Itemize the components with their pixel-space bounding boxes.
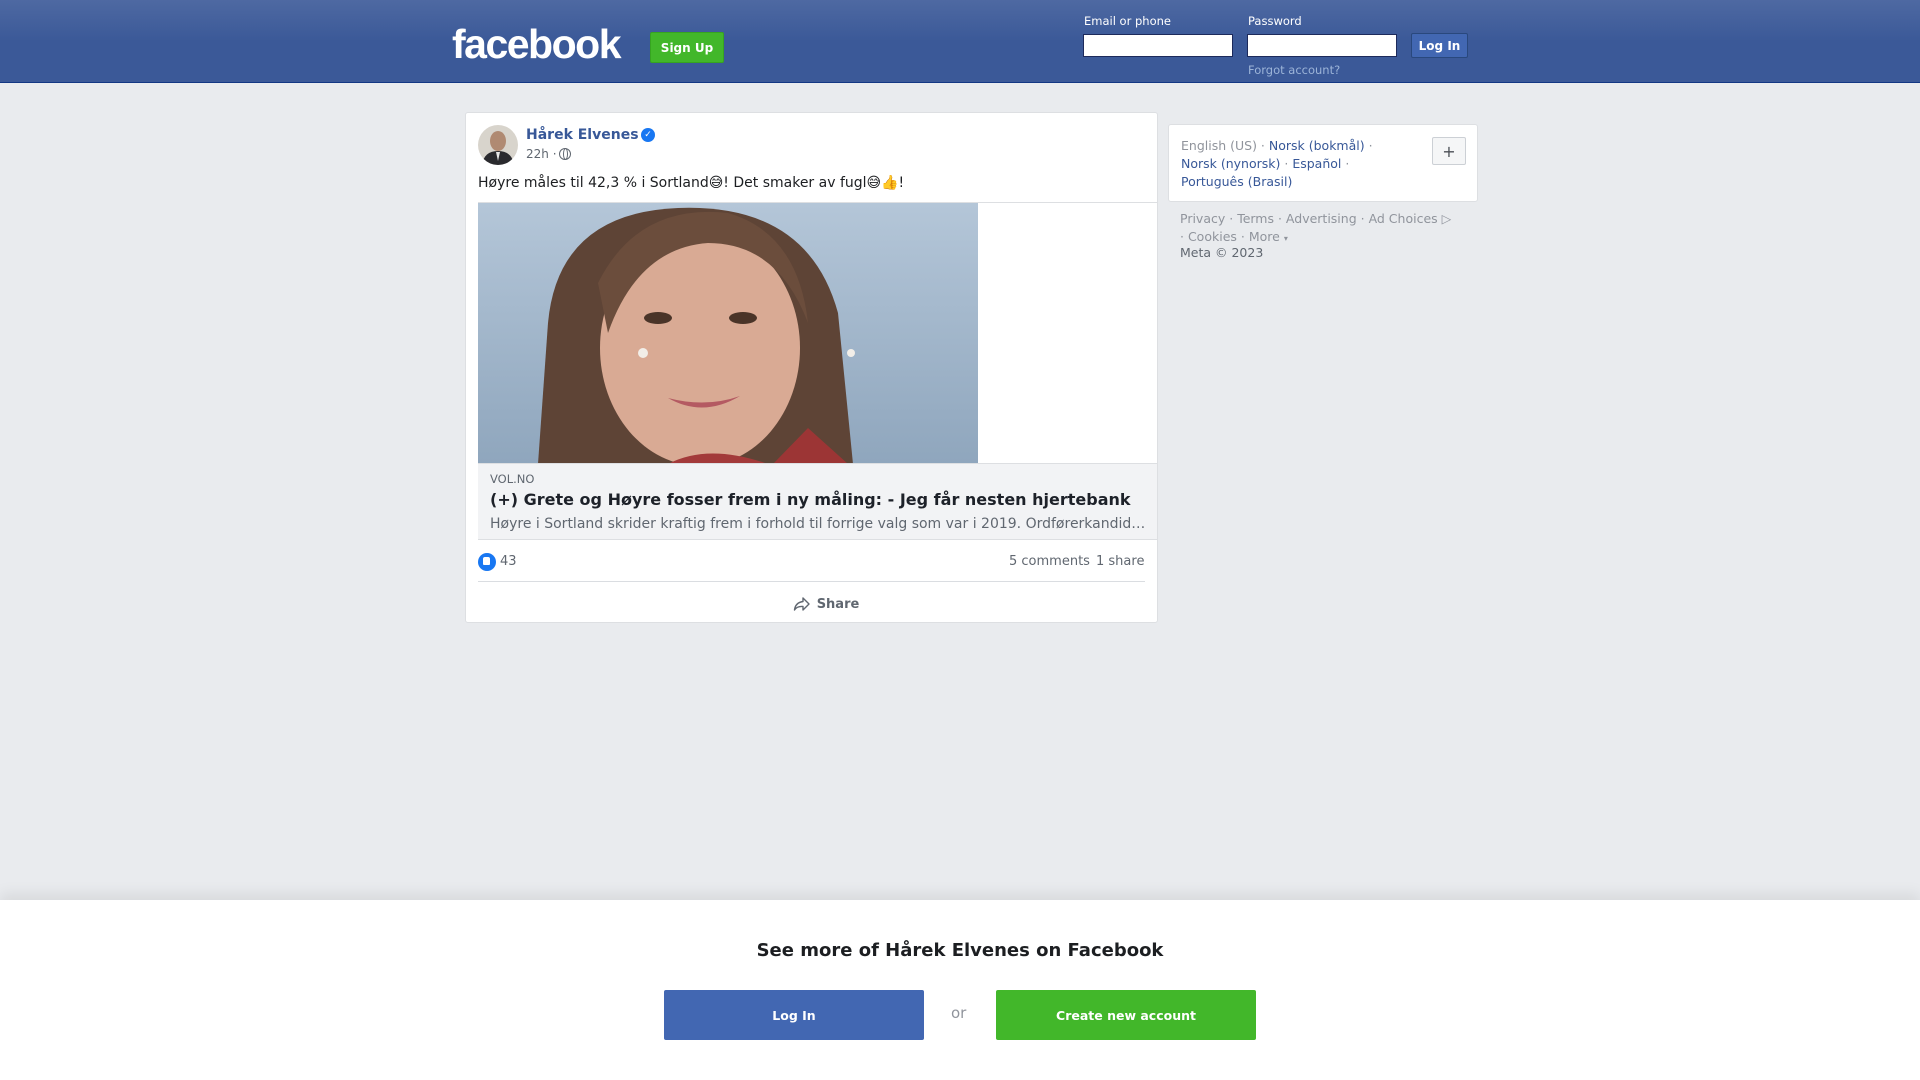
- top-bar: facebook Sign Up Email or phone Password…: [0, 0, 1920, 83]
- language-current: English (US): [1181, 138, 1257, 153]
- language-box: English (US) · Norsk (bokmål) · Norsk (n…: [1168, 124, 1478, 202]
- like-count[interactable]: 43: [500, 554, 517, 569]
- banner-log-in-button[interactable]: Log In: [664, 990, 924, 1040]
- share-label: Share: [816, 596, 860, 612]
- banner-title: See more of Hårek Elvenes on Facebook: [756, 940, 1164, 961]
- language-list: English (US) · Norsk (bokmål) · Norsk (n…: [1181, 138, 1373, 189]
- footer-link-more[interactable]: More: [1249, 229, 1280, 244]
- password-label: Password: [1248, 14, 1302, 28]
- comment-count[interactable]: 5 comments: [1009, 554, 1090, 569]
- email-field[interactable]: [1083, 34, 1233, 57]
- link-description: Høyre i Sortland skrider kraftig frem i …: [490, 516, 1150, 532]
- footer-link-advertising[interactable]: Advertising: [1286, 211, 1357, 226]
- copyright: Meta © 2023: [1180, 245, 1264, 260]
- create-account-button[interactable]: Create new account: [996, 990, 1256, 1040]
- password-field[interactable]: [1247, 34, 1397, 57]
- ad-choices-icon: ▷: [1441, 211, 1452, 226]
- globe-icon: [559, 148, 571, 160]
- forgot-account-link[interactable]: Forgot account?: [1248, 63, 1340, 77]
- link-preview-image-area[interactable]: [478, 202, 1157, 464]
- footer-link-cookies[interactable]: Cookies: [1188, 229, 1237, 244]
- post-time[interactable]: 22h ·: [526, 147, 557, 161]
- sign-up-button[interactable]: Sign Up: [650, 32, 724, 63]
- banner-or-text: or: [951, 1004, 967, 1022]
- post-text: Høyre måles til 42,3 % i Sortland😅! Det …: [478, 175, 905, 191]
- language-option[interactable]: Español: [1292, 156, 1341, 171]
- more-languages-button[interactable]: +: [1432, 137, 1466, 165]
- log-in-button[interactable]: Log In: [1411, 33, 1468, 58]
- login-prompt-banner: See more of Hårek Elvenes on Facebook Lo…: [0, 900, 1920, 1080]
- facebook-logo[interactable]: facebook: [452, 21, 622, 68]
- footer-link-ad-choices[interactable]: Ad Choices: [1369, 211, 1438, 226]
- verified-badge-icon: ✓: [641, 128, 655, 142]
- share-count[interactable]: 1 share: [1096, 554, 1144, 569]
- footer-links: Privacy · Terms · Advertising · Ad Choic…: [1180, 211, 1452, 244]
- post-card: Hårek Elvenes ✓ 22h · Høyre måles til 42…: [465, 112, 1158, 623]
- link-title[interactable]: (+) Grete og Høyre fosser frem i ny måli…: [490, 490, 1131, 509]
- language-option[interactable]: Norsk (bokmål): [1269, 138, 1365, 153]
- link-domain: VOL.NO: [490, 472, 535, 486]
- share-icon: [793, 597, 810, 611]
- avatar[interactable]: [478, 125, 518, 165]
- post-author[interactable]: Hårek Elvenes: [526, 127, 639, 143]
- language-option[interactable]: Norsk (nynorsk): [1181, 156, 1280, 171]
- share-button[interactable]: Share: [776, 591, 876, 617]
- divider: [478, 581, 1145, 582]
- link-preview-image[interactable]: [478, 203, 978, 464]
- caret-down-icon: ▾: [1283, 234, 1288, 243]
- link-preview[interactable]: VOL.NO (+) Grete og Høyre fosser frem i …: [478, 463, 1157, 540]
- like-icon[interactable]: [478, 553, 496, 571]
- footer-link-terms[interactable]: Terms: [1237, 211, 1274, 226]
- footer-link-privacy[interactable]: Privacy: [1180, 211, 1225, 226]
- email-label: Email or phone: [1084, 14, 1171, 28]
- language-option[interactable]: Português (Brasil): [1181, 174, 1292, 189]
